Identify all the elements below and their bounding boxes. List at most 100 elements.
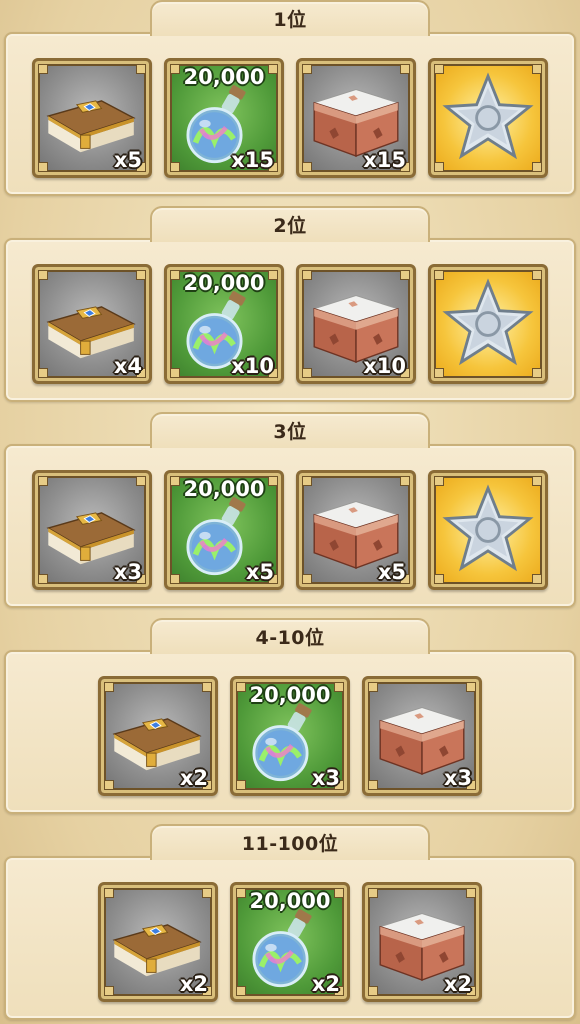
frame-corner xyxy=(136,476,146,486)
reward-section: 2位 x4 20,000 x10 x10 xyxy=(4,206,576,402)
reward-item-star[interactable] xyxy=(428,264,548,384)
reward-item-chest[interactable]: x5 xyxy=(296,470,416,590)
reward-items: x3 20,000 x5 x5 xyxy=(4,470,576,590)
reward-item-chest[interactable]: x2 xyxy=(362,882,482,1002)
frame-corner xyxy=(38,270,48,280)
reward-item-potion[interactable]: 20,000 x3 xyxy=(230,676,350,796)
reward-item-star[interactable] xyxy=(428,470,548,590)
frame-corner xyxy=(170,368,180,378)
rank-label: 2位 xyxy=(273,215,307,237)
star-icon xyxy=(431,61,545,175)
reward-quantity: x3 xyxy=(113,560,142,584)
rank-label: 1位 xyxy=(273,9,307,31)
frame-corner xyxy=(368,780,378,790)
frame-corner xyxy=(532,476,542,486)
frame-corner xyxy=(38,476,48,486)
frame-corner xyxy=(302,64,312,74)
frame-corner xyxy=(104,888,114,898)
reward-amount: 20,000 xyxy=(183,65,265,89)
rank-label: 11-100位 xyxy=(241,833,339,855)
frame-corner xyxy=(532,270,542,280)
frame-corner xyxy=(302,574,312,584)
frame-corner xyxy=(434,162,444,172)
reward-items: x2 20,000 x3 x3 xyxy=(4,676,576,796)
reward-items: x4 20,000 x10 x10 xyxy=(4,264,576,384)
reward-quantity: x10 xyxy=(231,354,274,378)
reward-quantity: x5 xyxy=(377,560,406,584)
frame-corner xyxy=(104,780,114,790)
frame-corner xyxy=(368,888,378,898)
rank-tab: 1位 xyxy=(150,0,430,36)
frame-corner xyxy=(466,888,476,898)
reward-item-star[interactable] xyxy=(428,58,548,178)
reward-quantity: x2 xyxy=(179,972,208,996)
frame-corner xyxy=(302,476,312,486)
frame-corner xyxy=(532,64,542,74)
frame-corner xyxy=(236,986,246,996)
reward-item-chest[interactable]: x10 xyxy=(296,264,416,384)
reward-quantity: x10 xyxy=(363,354,406,378)
reward-item-book[interactable]: x3 xyxy=(32,470,152,590)
reward-amount: 20,000 xyxy=(249,889,331,913)
reward-amount: 20,000 xyxy=(183,271,265,295)
reward-quantity: x3 xyxy=(443,766,472,790)
frame-corner xyxy=(302,162,312,172)
frame-corner xyxy=(38,64,48,74)
frame-corner xyxy=(532,574,542,584)
rank-tab: 11-100位 xyxy=(150,824,430,860)
reward-quantity: x5 xyxy=(245,560,274,584)
rank-tab: 3位 xyxy=(150,412,430,448)
reward-quantity: x2 xyxy=(179,766,208,790)
frame-corner xyxy=(38,368,48,378)
frame-corner xyxy=(434,270,444,280)
frame-corner xyxy=(434,368,444,378)
reward-item-chest[interactable]: x3 xyxy=(362,676,482,796)
frame-corner xyxy=(434,574,444,584)
reward-item-chest[interactable]: x15 xyxy=(296,58,416,178)
reward-quantity: x15 xyxy=(363,148,406,172)
reward-item-potion[interactable]: 20,000 x5 xyxy=(164,470,284,590)
reward-amount: 20,000 xyxy=(249,683,331,707)
reward-item-book[interactable]: x2 xyxy=(98,882,218,1002)
rank-tab: 2位 xyxy=(150,206,430,242)
reward-items: x5 20,000 x15 x15 xyxy=(4,58,576,178)
reward-items: x2 20,000 x2 x2 xyxy=(4,882,576,1002)
reward-section: 1位 x5 20,000 x15 x15 xyxy=(4,0,576,196)
frame-corner xyxy=(400,476,410,486)
frame-corner xyxy=(368,986,378,996)
reward-item-book[interactable]: x4 xyxy=(32,264,152,384)
frame-corner xyxy=(202,888,212,898)
reward-item-potion[interactable]: 20,000 x10 xyxy=(164,264,284,384)
reward-item-potion[interactable]: 20,000 x15 xyxy=(164,58,284,178)
frame-corner xyxy=(202,682,212,692)
reward-section: 4-10位 x2 20,000 x3 x3 xyxy=(4,618,576,814)
reward-item-book[interactable]: x2 xyxy=(98,676,218,796)
frame-corner xyxy=(302,270,312,280)
rank-tab: 4-10位 xyxy=(150,618,430,654)
frame-corner xyxy=(170,162,180,172)
frame-corner xyxy=(532,162,542,172)
rank-label: 4-10位 xyxy=(255,627,325,649)
frame-corner xyxy=(136,270,146,280)
frame-corner xyxy=(104,682,114,692)
reward-quantity: x2 xyxy=(443,972,472,996)
frame-corner xyxy=(170,574,180,584)
frame-corner xyxy=(466,682,476,692)
star-icon xyxy=(431,267,545,381)
frame-corner xyxy=(302,368,312,378)
reward-quantity: x5 xyxy=(113,148,142,172)
frame-corner xyxy=(38,574,48,584)
reward-quantity: x3 xyxy=(311,766,340,790)
reward-item-potion[interactable]: 20,000 x2 xyxy=(230,882,350,1002)
reward-section: 3位 x3 20,000 x5 x5 xyxy=(4,412,576,608)
reward-quantity: x2 xyxy=(311,972,340,996)
frame-corner xyxy=(532,368,542,378)
frame-corner xyxy=(434,476,444,486)
reward-item-book[interactable]: x5 xyxy=(32,58,152,178)
reward-amount: 20,000 xyxy=(183,477,265,501)
reward-quantity: x4 xyxy=(113,354,142,378)
frame-corner xyxy=(434,64,444,74)
frame-corner xyxy=(104,986,114,996)
frame-corner xyxy=(400,64,410,74)
reward-quantity: x15 xyxy=(231,148,274,172)
